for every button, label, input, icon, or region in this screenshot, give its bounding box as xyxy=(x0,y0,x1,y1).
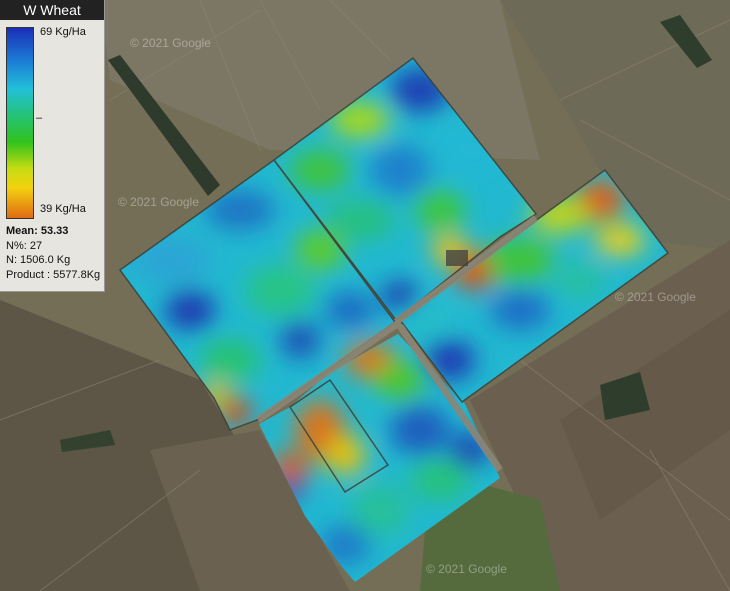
map-watermark: © 2021 Google xyxy=(130,36,211,50)
stat-n: N: 1506.0 Kg xyxy=(6,254,71,266)
legend-mid-tick: – xyxy=(36,112,43,124)
stat-mean: Mean: 53.33 xyxy=(6,225,69,237)
legend-title: W Wheat xyxy=(0,0,104,20)
map-watermark: © 2021 Google xyxy=(615,290,696,304)
map-watermark: © 2021 Google xyxy=(118,195,199,209)
stat-product: Product : 5577.8Kg xyxy=(6,268,101,281)
map-watermark: © 2021 Google xyxy=(426,562,507,576)
stats-block: Mean: 53.33 N%: 27 N: 1506.0 Kg Product … xyxy=(6,224,100,282)
stat-n-percent: N%: 27 xyxy=(6,239,43,252)
yield-legend-panel: W Wheat 69 Kg/Ha – 39 Kg/Ha Mean: 53.33 … xyxy=(0,0,105,292)
legend-max-label: 69 Kg/Ha xyxy=(40,26,86,38)
legend-min-label: 39 Kg/Ha xyxy=(40,203,86,215)
color-ramp xyxy=(6,27,34,219)
